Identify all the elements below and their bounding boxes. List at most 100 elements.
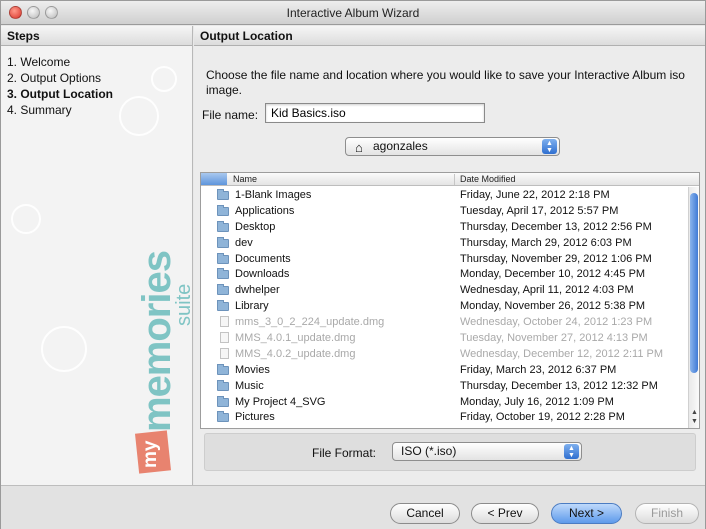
title-bar[interactable]: Interactive Album Wizard bbox=[1, 1, 705, 25]
file-row[interactable]: Pictures Friday, October 19, 2012 2:28 PM bbox=[201, 409, 687, 425]
file-name: dev bbox=[235, 236, 253, 249]
file-row[interactable]: My Project 4_SVG Monday, July 16, 2012 1:… bbox=[201, 394, 687, 410]
file-name: Pictures bbox=[235, 411, 275, 424]
file-row[interactable]: dwhelper Wednesday, April 11, 2012 4:03 P… bbox=[201, 282, 687, 298]
file-date-modified: Thursday, December 13, 2012 12:32 PM bbox=[460, 379, 658, 392]
flower-decoration bbox=[11, 204, 41, 234]
file-name: 1-Blank Images bbox=[235, 189, 312, 201]
folder-icon bbox=[217, 236, 229, 248]
finish-button[interactable]: Finish bbox=[635, 503, 699, 524]
file-row[interactable]: 1-Blank Images Friday, June 22, 2012 2:18… bbox=[201, 187, 687, 203]
folder-icon bbox=[217, 189, 229, 200]
file-row[interactable]: Desktop Thursday, December 13, 2012 2:56 … bbox=[201, 219, 687, 235]
file-name: Applications bbox=[235, 204, 295, 217]
flower-decoration bbox=[119, 96, 159, 136]
cancel-button[interactable]: Cancel bbox=[390, 503, 460, 524]
logo-my-text: my bbox=[140, 440, 161, 468]
main-panel: Output Location Choose the file name and… bbox=[194, 26, 705, 485]
file-date-modified: Thursday, November 29, 2012 1:06 PM bbox=[460, 252, 652, 265]
file-row[interactable]: MMS_4.0.1_update.dmg Tuesday, November 27… bbox=[201, 330, 687, 346]
file-date-modified: Wednesday, December 12, 2012 2:11 PM bbox=[460, 347, 664, 360]
file-date-modified: Friday, March 23, 2012 6:37 PM bbox=[460, 363, 617, 376]
flower-decoration bbox=[41, 326, 87, 372]
file-name: Music bbox=[235, 379, 264, 392]
document-icon bbox=[220, 332, 229, 344]
column-name[interactable]: Name bbox=[233, 173, 257, 185]
file-date-modified: Tuesday, April 17, 2012 5:57 PM bbox=[460, 204, 619, 217]
vertical-scrollbar[interactable]: ▲ ▼ bbox=[688, 187, 699, 428]
file-date-modified: Tuesday, November 27, 2012 4:13 PM bbox=[460, 332, 648, 345]
location-popup[interactable]: ⌂ agonzales ▲ ▼ bbox=[345, 137, 560, 156]
folder-icon bbox=[217, 252, 229, 264]
folder-icon bbox=[217, 204, 229, 216]
location-value: agonzales bbox=[373, 139, 428, 153]
file-format-popup[interactable]: ISO (*.iso) ▲ ▼ bbox=[392, 442, 582, 461]
file-date-modified: Thursday, December 13, 2012 2:56 PM bbox=[460, 220, 652, 233]
document-icon bbox=[220, 316, 229, 328]
file-row[interactable]: Applications Tuesday, April 17, 2012 5:57… bbox=[201, 203, 687, 219]
file-name-label: File name: bbox=[202, 108, 259, 122]
scrollbar-thumb[interactable] bbox=[690, 193, 698, 373]
file-name: MMS_4.0.2_update.dmg bbox=[235, 347, 356, 360]
button-bar: Cancel < Prev Next > Finish bbox=[1, 485, 705, 529]
file-name: Library bbox=[235, 300, 269, 313]
instructions-text: Choose the file name and location where … bbox=[206, 68, 685, 97]
folder-icon bbox=[217, 300, 229, 312]
file-row[interactable]: Documents Thursday, November 29, 2012 1:0… bbox=[201, 251, 687, 267]
logo-memories-text: memories bbox=[135, 251, 179, 432]
popup-arrows-icon: ▲ ▼ bbox=[542, 139, 557, 154]
file-row[interactable]: MMS_4.0.2_update.dmg Wednesday, December … bbox=[201, 346, 687, 362]
file-row[interactable]: Movies Friday, March 23, 2012 6:37 PM bbox=[201, 362, 687, 378]
file-list: 1-Blank Images Friday, June 22, 2012 2:18… bbox=[201, 187, 687, 425]
document-icon bbox=[220, 347, 229, 359]
file-date-modified: Monday, November 26, 2012 5:38 PM bbox=[460, 300, 646, 313]
file-format-bar: File Format: ISO (*.iso) ▲ ▼ bbox=[204, 433, 696, 471]
file-name: Desktop bbox=[235, 220, 276, 233]
folder-icon bbox=[217, 220, 229, 232]
column-divider[interactable] bbox=[454, 174, 455, 185]
file-name: dwhelper bbox=[235, 284, 280, 297]
file-date-modified: Monday, July 16, 2012 1:09 PM bbox=[460, 395, 614, 408]
wizard-window: Interactive Album Wizard Steps 1. Welcom… bbox=[0, 0, 706, 529]
folder-icon bbox=[217, 268, 229, 280]
step-summary: 4. Summary bbox=[7, 103, 72, 117]
window-title: Interactive Album Wizard bbox=[286, 6, 420, 20]
scroll-up-arrow-icon[interactable]: ▲ bbox=[691, 409, 698, 416]
file-date-modified: Thursday, March 29, 2012 6:03 PM bbox=[460, 236, 632, 249]
column-date-modified[interactable]: Date Modified bbox=[460, 173, 516, 185]
sort-indicator bbox=[201, 173, 227, 185]
file-row[interactable]: Music Thursday, December 13, 2012 12:32 P… bbox=[201, 378, 687, 394]
file-name: Documents bbox=[235, 252, 291, 265]
file-row[interactable]: Downloads Monday, December 10, 2012 4:45 … bbox=[201, 266, 687, 282]
flower-decoration bbox=[151, 66, 177, 92]
home-folder-icon: ⌂ bbox=[355, 140, 363, 155]
steps-panel: Steps 1. Welcome 2. Output Options 3. Ou… bbox=[1, 26, 193, 485]
popup-arrows-icon: ▲ ▼ bbox=[564, 444, 579, 459]
file-row[interactable]: mms_3_0_2_224_update.dmg Wednesday, Octob… bbox=[201, 314, 687, 330]
steps-header: Steps bbox=[1, 26, 192, 46]
folder-icon bbox=[217, 284, 229, 296]
file-date-modified: Friday, June 22, 2012 2:18 PM bbox=[460, 189, 610, 201]
file-name: MMS_4.0.1_update.dmg bbox=[235, 332, 356, 345]
folder-icon bbox=[217, 395, 229, 407]
folder-icon bbox=[217, 379, 229, 391]
file-name: mms_3_0_2_224_update.dmg bbox=[235, 316, 385, 329]
file-date-modified: Monday, December 10, 2012 4:45 PM bbox=[460, 268, 646, 281]
file-browser[interactable]: Name Date Modified 1-Blank Images Friday,… bbox=[200, 172, 700, 429]
file-format-value: ISO (*.iso) bbox=[401, 444, 457, 458]
file-row[interactable]: dev Thursday, March 29, 2012 6:03 PM bbox=[201, 235, 687, 251]
file-name: Movies bbox=[235, 363, 270, 376]
section-header: Output Location bbox=[194, 26, 705, 46]
folder-icon bbox=[217, 363, 229, 375]
file-name: Downloads bbox=[235, 268, 290, 281]
folder-icon bbox=[217, 411, 229, 423]
column-header: Name Date Modified bbox=[201, 173, 699, 186]
file-date-modified: Wednesday, October 24, 2012 1:23 PM bbox=[460, 316, 653, 329]
file-name-input[interactable] bbox=[265, 103, 485, 123]
prev-button[interactable]: < Prev bbox=[471, 503, 539, 524]
next-button[interactable]: Next > bbox=[551, 503, 622, 524]
file-row[interactable]: Library Monday, November 26, 2012 5:38 PM bbox=[201, 298, 687, 314]
file-format-label: File Format: bbox=[312, 446, 377, 460]
file-name: My Project 4_SVG bbox=[235, 395, 326, 408]
scroll-down-arrow-icon[interactable]: ▼ bbox=[691, 418, 698, 425]
